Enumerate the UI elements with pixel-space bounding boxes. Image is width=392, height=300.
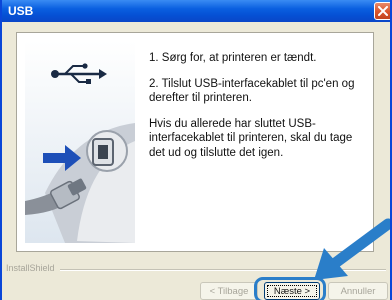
installshield-label: InstallShield — [6, 263, 55, 273]
window-title: USB — [8, 4, 34, 18]
pointer-arrow-icon — [314, 218, 390, 280]
usb-cable-computer-icon — [25, 123, 135, 243]
back-button[interactable]: < Tilbage — [200, 282, 258, 300]
installer-window: USB 1. Sørg for, at printeren er tændt. … — [0, 0, 392, 300]
instruction-step-1: 1. Sørg for, at printeren er tændt. — [149, 52, 317, 64]
close-icon — [378, 6, 388, 16]
title-bar[interactable]: USB — [2, 0, 390, 22]
instruction-step-2: 2. Tilslut USB-interfacekablet til pc'en… — [149, 77, 355, 105]
instruction-text: 1. Sørg for, at printeren er tændt. 2. T… — [149, 51, 367, 171]
close-button[interactable] — [374, 2, 390, 20]
instruction-note: Hvis du allerede har sluttet USB-interfa… — [149, 117, 353, 159]
usb-icon — [51, 63, 107, 84]
instruction-graphic — [25, 41, 135, 243]
